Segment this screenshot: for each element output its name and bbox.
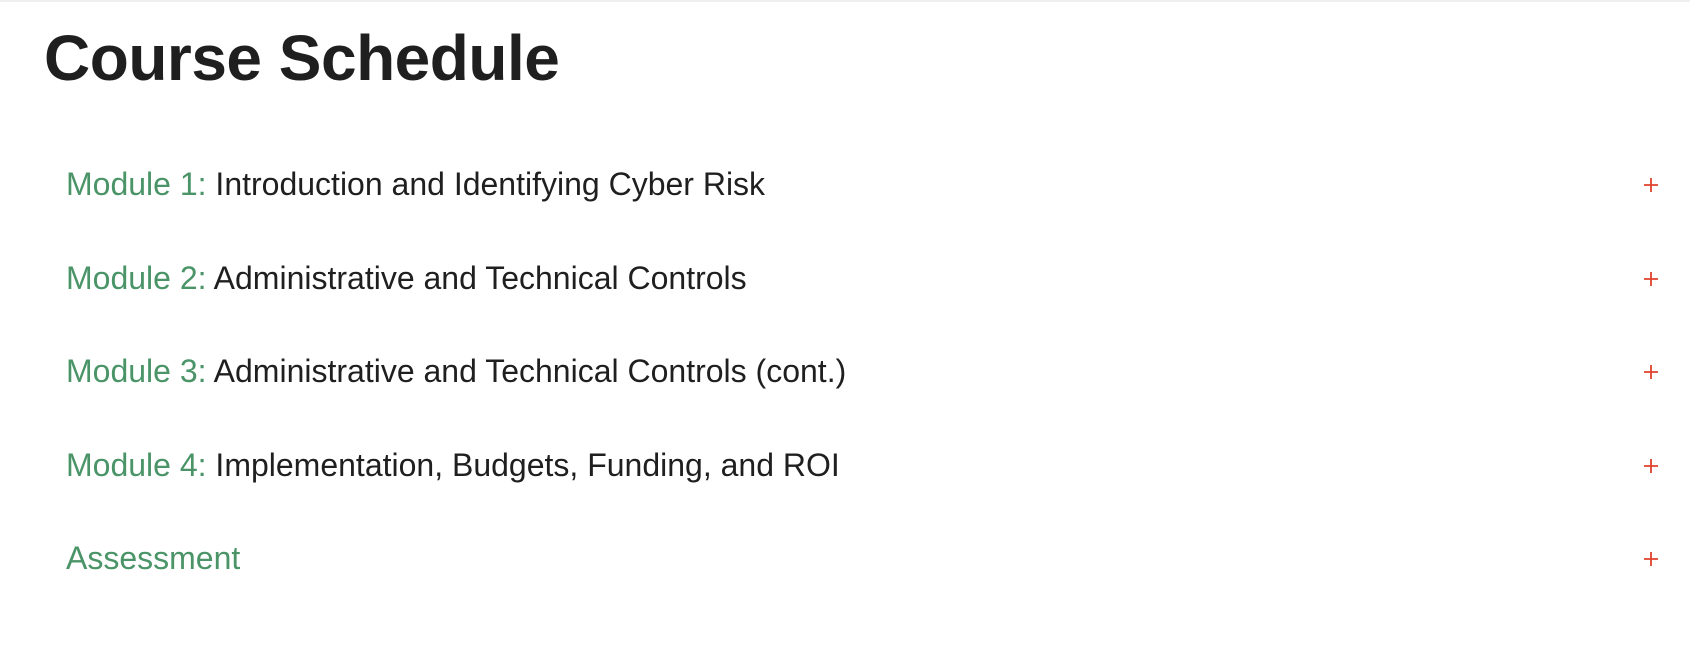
plus-icon[interactable] xyxy=(1636,264,1666,294)
accordion-item-module-1[interactable]: Module 1: Introduction and Identifying C… xyxy=(66,148,1666,242)
accordion-item-module-2[interactable]: Module 2: Administrative and Technical C… xyxy=(66,242,1666,336)
plus-icon[interactable] xyxy=(1636,451,1666,481)
accordion-heading: Module 1: Introduction and Identifying C… xyxy=(66,164,765,204)
assessment-label: Assessment xyxy=(66,540,241,576)
course-schedule-accordion: Module 1: Introduction and Identifying C… xyxy=(66,148,1666,616)
plus-icon[interactable] xyxy=(1636,170,1666,200)
module-label: Module 2: xyxy=(66,259,207,296)
module-title: Introduction and Identifying Cyber Risk xyxy=(215,166,766,202)
module-title: Implementation, Budgets, Funding, and RO… xyxy=(215,446,840,483)
accordion-heading: Module 2: Administrative and Technical C… xyxy=(66,258,747,298)
plus-icon[interactable] xyxy=(1636,357,1666,387)
module-label: Module 1: xyxy=(66,166,207,202)
accordion-heading: Module 4: Implementation, Budgets, Fundi… xyxy=(66,445,840,485)
accordion-item-module-3[interactable]: Module 3: Administrative and Technical C… xyxy=(66,335,1666,429)
top-divider xyxy=(0,0,1690,2)
accordion-item-assessment[interactable]: Assessment xyxy=(66,522,1666,616)
plus-icon[interactable] xyxy=(1636,544,1666,574)
accordion-heading: Module 3: Administrative and Technical C… xyxy=(66,351,846,391)
module-label: Module 3: xyxy=(66,353,207,389)
page-title: Course Schedule xyxy=(44,22,560,94)
module-label: Module 4: xyxy=(66,446,207,483)
accordion-heading: Assessment xyxy=(66,538,240,578)
accordion-item-module-4[interactable]: Module 4: Implementation, Budgets, Fundi… xyxy=(66,429,1666,523)
module-title: Administrative and Technical Controls (c… xyxy=(213,353,847,389)
module-title: Administrative and Technical Controls xyxy=(213,259,747,296)
